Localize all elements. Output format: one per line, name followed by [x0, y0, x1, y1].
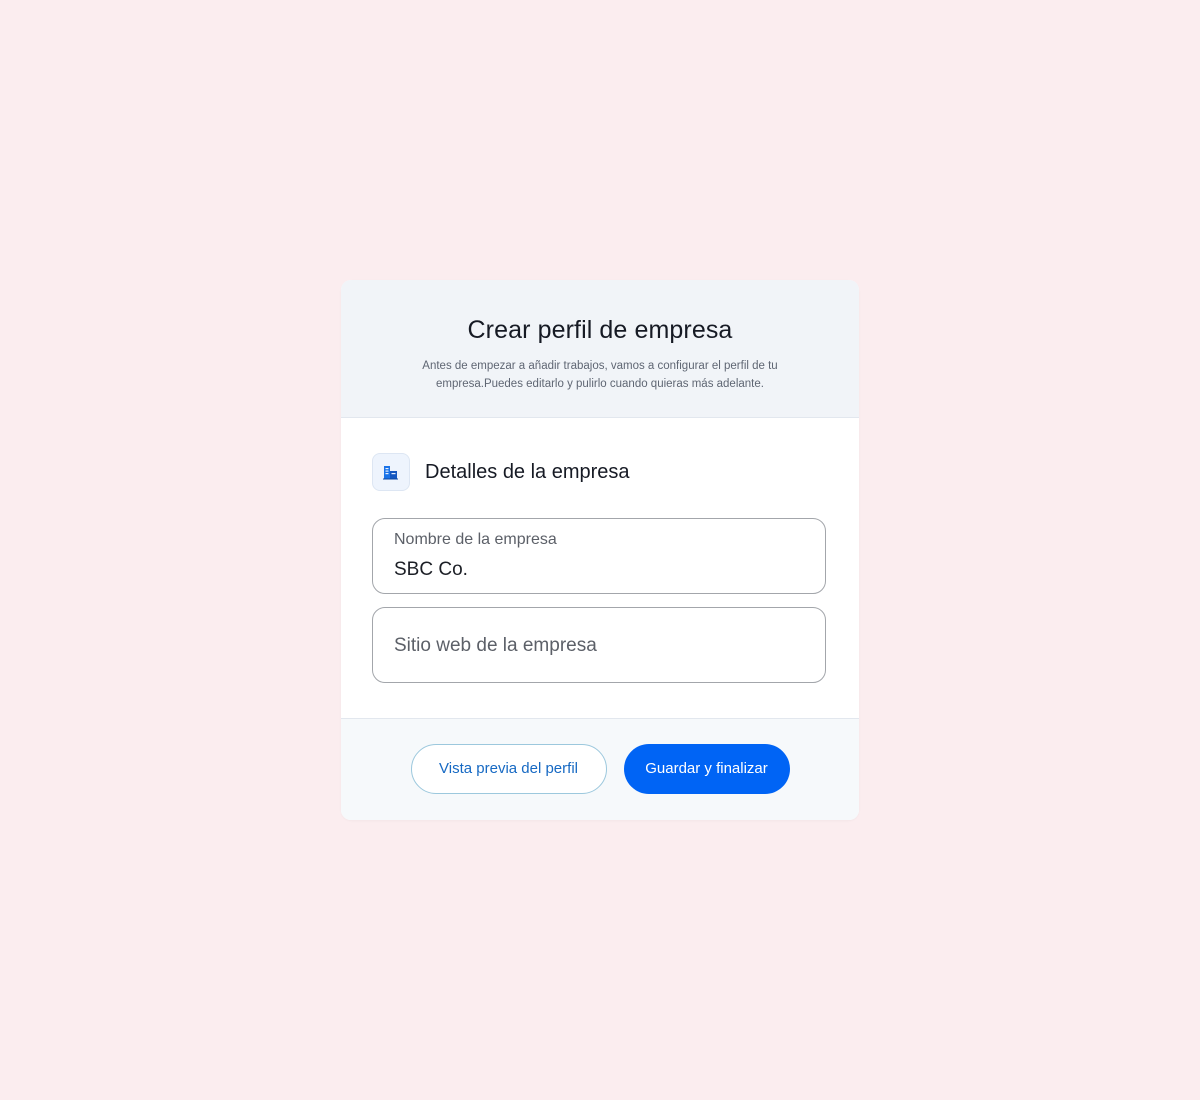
page-title: Crear perfil de empresa: [467, 316, 733, 344]
create-company-profile-card: Crear perfil de empresa Antes de empezar…: [341, 280, 859, 820]
preview-profile-button[interactable]: Vista previa del perfil: [410, 743, 607, 794]
save-and-finish-button[interactable]: Guardar y finalizar: [623, 743, 790, 794]
company-name-label: Nombre de la empresa: [394, 531, 557, 548]
company-website-field[interactable]: Sitio web de la empresa: [372, 607, 826, 683]
section-header: Detalles de la empresa: [372, 452, 827, 492]
section-title: Detalles de la empresa: [425, 460, 630, 483]
company-website-placeholder[interactable]: Sitio web de la empresa: [394, 635, 597, 657]
company-name-field[interactable]: Nombre de la empresa SBC Co.: [372, 518, 826, 594]
page-subtitle: Antes de empezar a añadir trabajos, vamo…: [422, 360, 778, 390]
building-icon: [372, 453, 410, 491]
company-name-value[interactable]: SBC Co.: [394, 559, 468, 581]
card-footer: Vista previa del perfil Guardar y finali…: [341, 719, 859, 820]
card-header: Crear perfil de empresa Antes de empezar…: [341, 280, 859, 418]
card-body: Detalles de la empresa Nombre de la empr…: [341, 418, 859, 719]
